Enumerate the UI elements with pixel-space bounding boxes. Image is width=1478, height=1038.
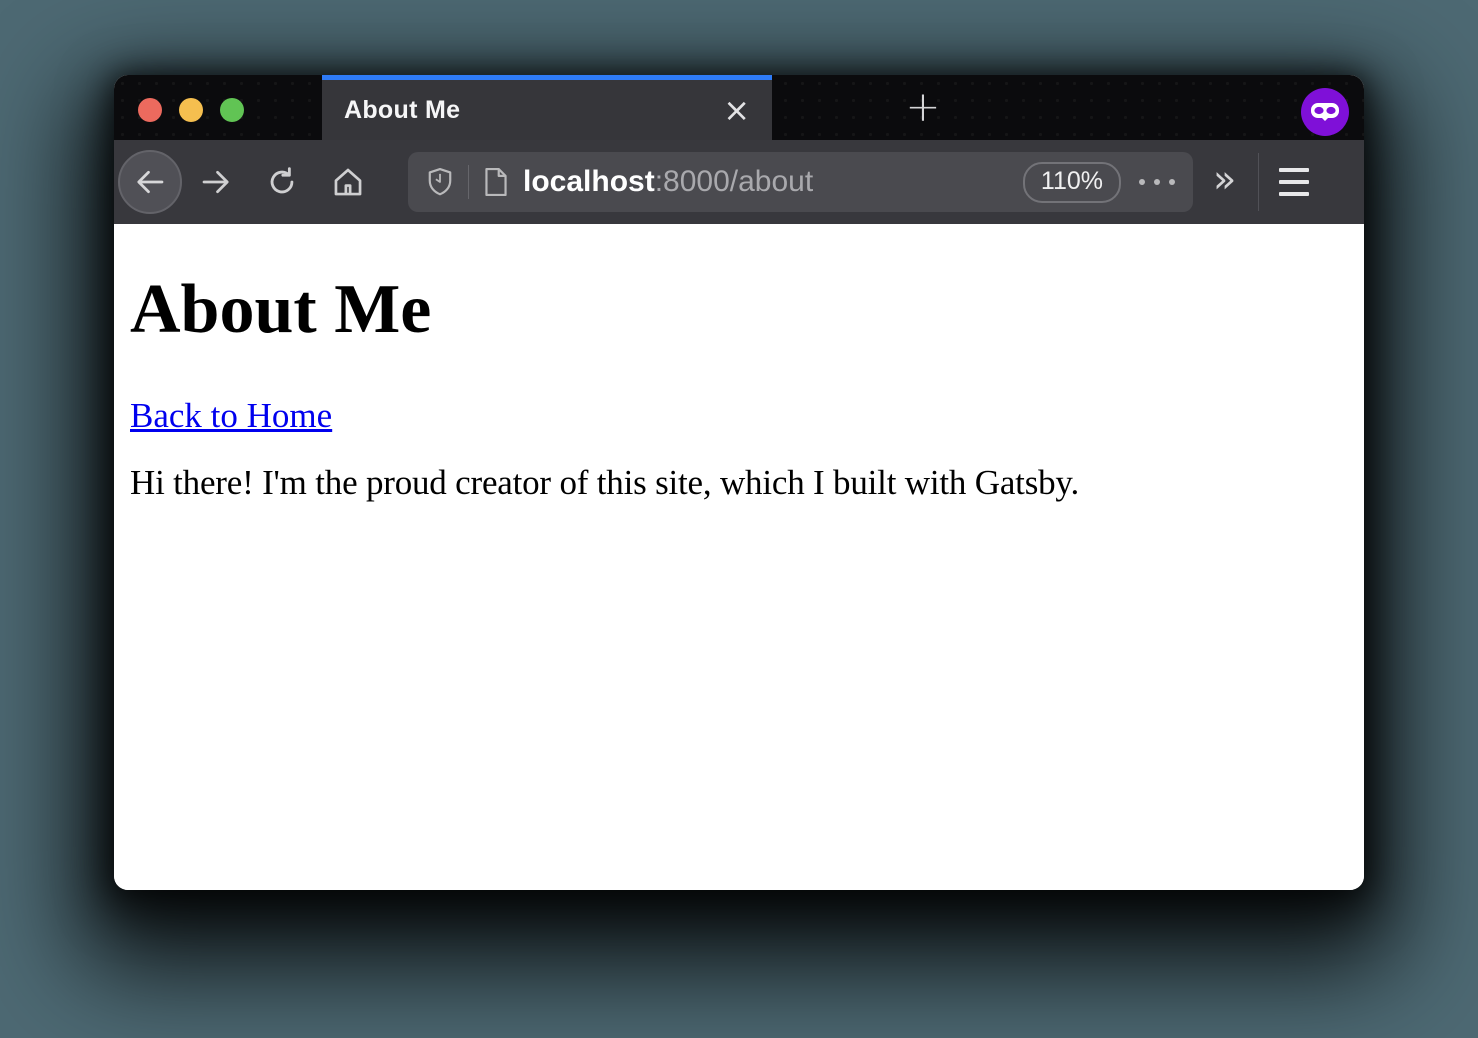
navigation-toolbar: localhost:8000/about 110% » — [114, 140, 1364, 224]
new-tab-button[interactable]: + — [900, 83, 946, 129]
tab-strip: About Me × + — [114, 75, 1364, 140]
minimize-window-button[interactable] — [179, 98, 203, 122]
back-button[interactable] — [118, 150, 182, 214]
home-button[interactable] — [326, 160, 370, 204]
menu-button[interactable] — [1279, 168, 1309, 196]
back-arrow-icon — [132, 164, 168, 200]
traffic-lights — [138, 98, 244, 122]
url-path: :8000/about — [655, 165, 813, 198]
mask-icon — [1308, 101, 1342, 123]
browser-window: About Me × + — [114, 75, 1364, 890]
forward-button[interactable] — [194, 160, 238, 204]
home-icon — [331, 165, 365, 199]
reload-icon — [265, 165, 299, 199]
forward-arrow-icon — [198, 164, 234, 200]
url-bar[interactable]: localhost:8000/about 110% — [408, 152, 1193, 212]
tracking-protection-shield-icon[interactable] — [426, 167, 454, 197]
page-content: About Me Back to Home Hi there! I'm the … — [114, 224, 1364, 890]
tab-about-me[interactable]: About Me × — [322, 75, 772, 140]
page-title: About Me — [130, 224, 1348, 350]
overflow-chevron-icon[interactable]: » — [1213, 160, 1236, 204]
url-host: localhost — [523, 165, 655, 198]
intro-paragraph: Hi there! I'm the proud creator of this … — [130, 463, 1348, 503]
private-browsing-badge — [1301, 88, 1349, 136]
zoom-level-button[interactable]: 110% — [1023, 162, 1121, 203]
close-window-button[interactable] — [138, 98, 162, 122]
zoom-window-button[interactable] — [220, 98, 244, 122]
tab-close-icon[interactable]: × — [723, 94, 750, 126]
tab-title: About Me — [344, 96, 723, 125]
url-text[interactable]: localhost:8000/about — [523, 165, 1023, 199]
page-icon[interactable] — [483, 167, 509, 197]
toolbar-separator — [1258, 153, 1259, 211]
urlbar-separator — [468, 165, 469, 199]
back-to-home-link[interactable]: Back to Home — [130, 396, 332, 435]
page-actions-ellipsis-icon[interactable] — [1139, 179, 1175, 185]
reload-button[interactable] — [260, 160, 304, 204]
